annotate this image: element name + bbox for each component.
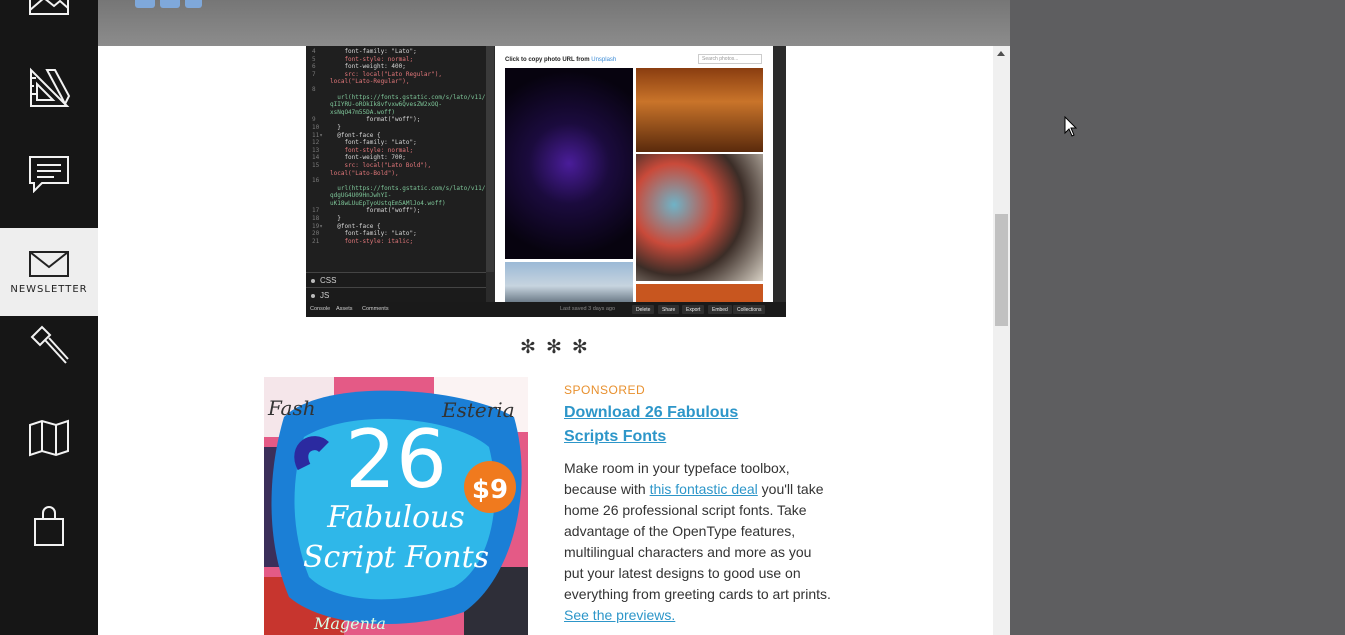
caption-text: Click to copy photo URL from bbox=[505, 57, 592, 63]
map-icon bbox=[29, 419, 69, 457]
code-editor: 4 font-family: "Lato"; 5 font-style: norm… bbox=[306, 46, 486, 272]
code-line: 5 font-style: normal; bbox=[312, 55, 414, 63]
editor-divider bbox=[486, 46, 494, 272]
preview-caption: Click to copy photo URL from Unsplash bbox=[505, 57, 616, 63]
code-line: 13 font-style: normal; bbox=[312, 146, 414, 154]
saved-status: Last saved 3 days ago bbox=[560, 306, 616, 312]
promo-body: Make room in your typeface toolbox, beca… bbox=[564, 458, 834, 626]
newsletter-label: NEWSLETTER bbox=[10, 283, 88, 295]
caption-link: Unsplash bbox=[591, 57, 617, 63]
code-line: xsNqO47m55DA.woff) bbox=[330, 108, 396, 116]
code-line: 4 font-family: "Lato"; bbox=[312, 48, 417, 55]
hammer-icon bbox=[30, 325, 69, 364]
preview-search: Search photos... bbox=[698, 54, 762, 64]
css-panel-label: CSS bbox=[320, 276, 337, 285]
embed-button: Embed bbox=[708, 305, 732, 314]
header-button[interactable] bbox=[185, 0, 202, 8]
code-line: 16 bbox=[312, 177, 320, 185]
section-separator: ✻ ✻ ✻ bbox=[520, 336, 590, 358]
svg-text:Magenta: Magenta bbox=[313, 614, 386, 633]
code-line: 14 font-weight: 700; bbox=[312, 154, 406, 162]
nav-item-comments[interactable] bbox=[0, 148, 98, 200]
svg-text:$9: $9 bbox=[472, 475, 508, 505]
js-panel: JS bbox=[306, 287, 486, 302]
svg-text:Fabulous: Fabulous bbox=[326, 500, 465, 535]
code-line: 9 format("woff"); bbox=[312, 116, 421, 124]
promo-text-block: SPONSORED Download 26 Fabulous Scripts F… bbox=[564, 381, 834, 626]
sidebar-nav: NEWSLETTER bbox=[0, 0, 98, 635]
image-icon bbox=[29, 0, 69, 15]
code-line: 19▾ @font-face { bbox=[312, 222, 381, 230]
code-line: 11▾ @font-face { bbox=[312, 131, 381, 139]
export-button: Export bbox=[682, 305, 705, 314]
scroll-thumb[interactable] bbox=[995, 214, 1008, 326]
nav-item-newsletter[interactable]: NEWSLETTER bbox=[0, 228, 98, 316]
code-line: url(https://fonts.gstatic.com/s/lato/v11… bbox=[330, 184, 486, 192]
see-previews-link[interactable]: See the previews. bbox=[564, 607, 675, 623]
header-button[interactable] bbox=[160, 0, 180, 8]
ruler-pencil-icon bbox=[30, 67, 71, 107]
share-button: Share bbox=[658, 305, 680, 314]
speech-bubble-icon bbox=[29, 156, 69, 193]
mouse-cursor-icon bbox=[1064, 116, 1078, 137]
photo-preview: Click to copy photo URL from Unsplash Se… bbox=[495, 46, 773, 302]
code-line: uK18wLUuEpTyoUstqEm5AMlJo4.woff) bbox=[330, 199, 446, 207]
scroll-up-arrow-icon[interactable] bbox=[997, 51, 1005, 56]
header-button[interactable] bbox=[135, 0, 155, 8]
code-line: local("Lato-Regular"), bbox=[330, 78, 410, 86]
code-line: 20 font-family: "Lato"; bbox=[312, 230, 417, 238]
tab-console: Console bbox=[310, 306, 331, 312]
code-line: 8 bbox=[312, 85, 316, 93]
photo-sunset bbox=[636, 68, 763, 152]
css-panel: CSS bbox=[306, 272, 486, 287]
code-editor-screenshot: 4 font-family: "Lato"; 5 font-style: norm… bbox=[306, 46, 786, 317]
fontastic-deal-link[interactable]: this fontastic deal bbox=[650, 481, 758, 497]
code-line: 18 } bbox=[312, 215, 341, 223]
vertical-scrollbar[interactable] bbox=[993, 46, 1010, 635]
nav-item-tools[interactable] bbox=[0, 318, 98, 374]
pane-header bbox=[98, 0, 1010, 46]
photo-paintbrushes bbox=[636, 154, 763, 281]
svg-text:Fash: Fash bbox=[267, 396, 316, 420]
code-line: 21 font-style: italic; bbox=[312, 237, 414, 245]
svg-text:Script Fonts: Script Fonts bbox=[303, 540, 489, 575]
art-number: 26 bbox=[345, 413, 447, 506]
shopping-bag-icon bbox=[34, 506, 64, 546]
code-line: qIIYRU-oROkIk8vfvxw6QvesZW2xOQ- bbox=[330, 101, 442, 109]
nav-item-design[interactable] bbox=[0, 58, 98, 118]
nav-item-images[interactable] bbox=[0, 0, 98, 20]
code-line: 6 font-weight: 400; bbox=[312, 63, 406, 71]
delete-button: Delete bbox=[632, 305, 655, 314]
code-line: local("Lato-Bold"), bbox=[330, 169, 399, 177]
code-line: 17 format("woff"); bbox=[312, 207, 421, 215]
svg-text:Esteria: Esteria bbox=[441, 398, 515, 422]
code-line: qdgUG4U09HnJwhYI- bbox=[330, 192, 392, 200]
js-panel-label: JS bbox=[320, 291, 330, 300]
editor-bottom-bar: Console Assets Comments Last saved 3 day… bbox=[306, 302, 786, 317]
sponsored-label: SPONSORED bbox=[564, 383, 646, 397]
collections-button: Collections bbox=[733, 305, 766, 314]
tab-assets: Assets bbox=[336, 306, 353, 312]
fonts-bundle-artwork: 26 Fabulous Script Fonts $9 Fash Esteria… bbox=[264, 377, 528, 635]
code-line: 15 src: local("Lato Bold"), bbox=[312, 161, 432, 169]
envelope-icon bbox=[29, 250, 69, 277]
code-line: 10 } bbox=[312, 123, 341, 131]
photo-dark-figure bbox=[505, 68, 633, 259]
photo-skyline bbox=[505, 262, 633, 302]
code-line: 7 src: local("Lato Regular"), bbox=[312, 70, 442, 78]
nav-item-maps[interactable] bbox=[0, 410, 98, 466]
tab-comments: Comments bbox=[362, 306, 389, 312]
nav-item-shop[interactable] bbox=[0, 498, 98, 554]
code-line: url(https://fonts.gstatic.com/s/lato/v11… bbox=[330, 93, 486, 101]
promo-title-link[interactable]: Download 26 Fabulous Scripts Fonts bbox=[564, 401, 764, 449]
code-line: 12 font-family: "Lato"; bbox=[312, 139, 417, 147]
photo-orange bbox=[636, 284, 763, 302]
promo-image[interactable]: 26 Fabulous Script Fonts $9 Fash Esteria… bbox=[264, 377, 528, 635]
newsletter-pane: 4 font-family: "Lato"; 5 font-style: norm… bbox=[98, 0, 1010, 635]
promo-body-text: you'll take home 26 professional script … bbox=[564, 481, 831, 602]
